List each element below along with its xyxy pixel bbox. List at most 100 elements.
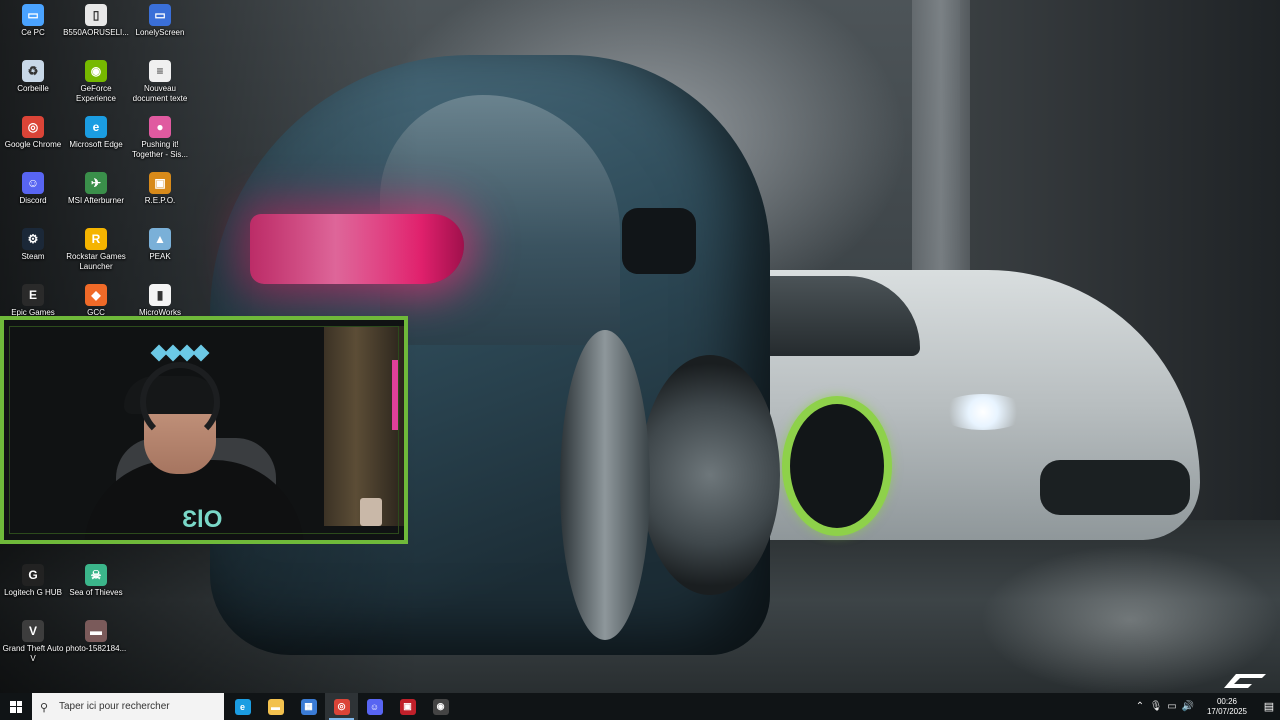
desktop-icon-label: Ce PC	[21, 28, 45, 37]
wallpaper-side-mirror	[622, 208, 696, 274]
taskbar-app-file-explorer[interactable]: ▬	[259, 693, 292, 720]
desktop-icon[interactable]: ☠ Sea of Thieves	[63, 560, 129, 598]
desktop-icon[interactable]: ♻ Corbeille	[0, 56, 66, 94]
desktop-icon[interactable]: ▭ LonelyScreen	[127, 0, 193, 38]
recorder-icon: ▣	[399, 698, 416, 715]
clock-time: 00:26	[1216, 696, 1238, 706]
desktop-icon-label: Pushing it! Together - Sis...	[131, 140, 189, 159]
logitech-icon: G	[22, 564, 44, 586]
windows-logo-icon	[10, 700, 22, 713]
chrome-icon: ◎	[333, 698, 350, 715]
desktop-icon-label: Steam	[21, 252, 45, 261]
desktop-icon-label: Corbeille	[17, 84, 49, 93]
desktop-icon[interactable]: ✈ MSI Afterburner	[63, 168, 129, 206]
streamer-logo-icon	[1224, 674, 1266, 688]
wallpaper-green-wheel	[782, 396, 892, 536]
wallpaper-blue-car-rim	[560, 330, 650, 640]
taskbar: ⚲ e ▬ ▦ ◎ ☺ ▣ ◉ ⌃ 🎙 ▭ 🔊 00:26 17/07/2025 ▤	[0, 693, 1280, 720]
desktop-icon-label: R.E.P.O.	[144, 196, 176, 205]
desktop-icon[interactable]: G Logitech G HUB	[0, 560, 66, 598]
taskbar-app-store[interactable]: ▦	[292, 693, 325, 720]
desktop-icon-label: MSI Afterburner	[67, 196, 125, 205]
edge-icon: e	[234, 698, 251, 715]
webcam-inner-frame	[9, 326, 399, 534]
desktop-icon[interactable]: E Epic Games	[0, 280, 66, 318]
taskbar-search-box[interactable]: ⚲	[32, 693, 224, 720]
taskbar-app-edge[interactable]: e	[226, 693, 259, 720]
notification-center-icon[interactable]: ▤	[1258, 693, 1280, 720]
desktop-icon[interactable]: ● Pushing it! Together - Sis...	[127, 112, 193, 160]
wallpaper-blue-car-wheel	[640, 355, 780, 595]
record-icon: ◉	[432, 698, 449, 715]
desktop-icon-label: Nouveau document texte	[132, 84, 188, 103]
wallpaper-headlight	[938, 394, 1028, 430]
desktop-icon[interactable]: ▮ MicroWorks	[127, 280, 193, 318]
chrome-icon: ◎	[22, 116, 44, 138]
system-tray: ⌃ 🎙 ▭ 🔊 00:26 17/07/2025 ▤	[1132, 693, 1280, 720]
desktop-icon[interactable]: ▬ photo-1582184...	[63, 616, 129, 654]
taskbar-pinned-apps: e ▬ ▦ ◎ ☺ ▣ ◉	[226, 693, 457, 720]
geforce-icon: ◉	[85, 60, 107, 82]
microphone-icon[interactable]: 🎙	[1148, 701, 1164, 712]
desktop-icon-label: B550AORUSELI...	[63, 28, 129, 37]
show-hidden-icons-chevron-icon[interactable]: ⌃	[1132, 701, 1148, 712]
taskbar-app-capture-tool[interactable]: ◉	[424, 693, 457, 720]
desktop-icon[interactable]: ◎ Google Chrome	[0, 112, 66, 150]
desktop-icon-label: Discord	[19, 196, 47, 205]
desktop-icon[interactable]: ▣ R.E.P.O.	[127, 168, 193, 206]
network-icon[interactable]: ▭	[1164, 701, 1180, 712]
volume-icon[interactable]: 🔊	[1180, 701, 1196, 712]
text-file-icon: ≡	[149, 60, 171, 82]
desktop-icon[interactable]: ≡ Nouveau document texte	[127, 56, 193, 104]
rockstar-icon: R	[85, 228, 107, 250]
taskbar-app-obs-studio[interactable]: ▣	[391, 693, 424, 720]
taskbar-clock[interactable]: 00:26 17/07/2025	[1200, 697, 1254, 717]
lonelyscreen-icon: ▭	[149, 4, 171, 26]
desktop-icon-label: PEAK	[149, 252, 171, 261]
desktop-icon[interactable]: ▲ PEAK	[127, 224, 193, 262]
discord-icon: ☺	[366, 698, 383, 715]
taskbar-app-discord[interactable]: ☺	[358, 693, 391, 720]
desktop-icon[interactable]: V Grand Theft Auto V	[0, 616, 66, 664]
game-icon: ●	[149, 116, 171, 138]
steam-icon: ⚙	[22, 228, 44, 250]
sea-of-thieves-icon: ☠	[85, 564, 107, 586]
image-file-icon: ▬	[85, 620, 107, 642]
document-icon: ▯	[85, 4, 107, 26]
afterburner-icon: ✈	[85, 172, 107, 194]
desktop-icon-label: GeForce Experience	[75, 84, 117, 103]
clock-date: 17/07/2025	[1206, 706, 1248, 716]
repo-icon: ▣	[149, 172, 171, 194]
start-button[interactable]	[0, 693, 32, 720]
desktop-icon-label: Rockstar Games Launcher	[66, 252, 126, 271]
webcam-overlay[interactable]: ƐlO	[0, 316, 408, 544]
desktop-icon[interactable]: ◆ GCC	[63, 280, 129, 318]
desktop-icon-label: Sea of Thieves	[69, 588, 123, 597]
taskbar-app-chrome[interactable]: ◎	[325, 693, 358, 720]
desktop-icon[interactable]: ▭ Ce PC	[0, 0, 66, 38]
desktop-icon-label: Microsoft Edge	[69, 140, 123, 149]
computer-icon: ▭	[22, 4, 44, 26]
gta-icon: V	[22, 620, 44, 642]
desktop-icon[interactable]: ◉ GeForce Experience	[63, 56, 129, 104]
gcc-icon: ◆	[85, 284, 107, 306]
desktop-icon[interactable]: e Microsoft Edge	[63, 112, 129, 150]
peak-icon: ▲	[149, 228, 171, 250]
desktop-icon[interactable]: R Rockstar Games Launcher	[63, 224, 129, 272]
desktop-icon-label: LonelyScreen	[135, 28, 185, 37]
search-icon: ⚲	[40, 701, 49, 714]
desktop-icon-label: Logitech G HUB	[4, 588, 62, 597]
desktop-icon-label: Grand Theft Auto V	[2, 644, 64, 663]
desktop-icon[interactable]: ▯ B550AORUSELI...	[63, 0, 129, 38]
recycle-bin-icon: ♻	[22, 60, 44, 82]
search-input[interactable]	[59, 701, 219, 712]
desktop-icon[interactable]: ☺ Discord	[0, 168, 66, 206]
folder-icon: ▬	[267, 698, 284, 715]
store-icon: ▦	[300, 698, 317, 715]
desktop-icon[interactable]: ⚙ Steam	[0, 224, 66, 262]
desktop-icon-label: photo-1582184...	[65, 644, 127, 653]
epic-games-icon: E	[22, 284, 44, 306]
wallpaper-grille	[1040, 460, 1190, 515]
edge-icon: e	[85, 116, 107, 138]
discord-icon: ☺	[22, 172, 44, 194]
